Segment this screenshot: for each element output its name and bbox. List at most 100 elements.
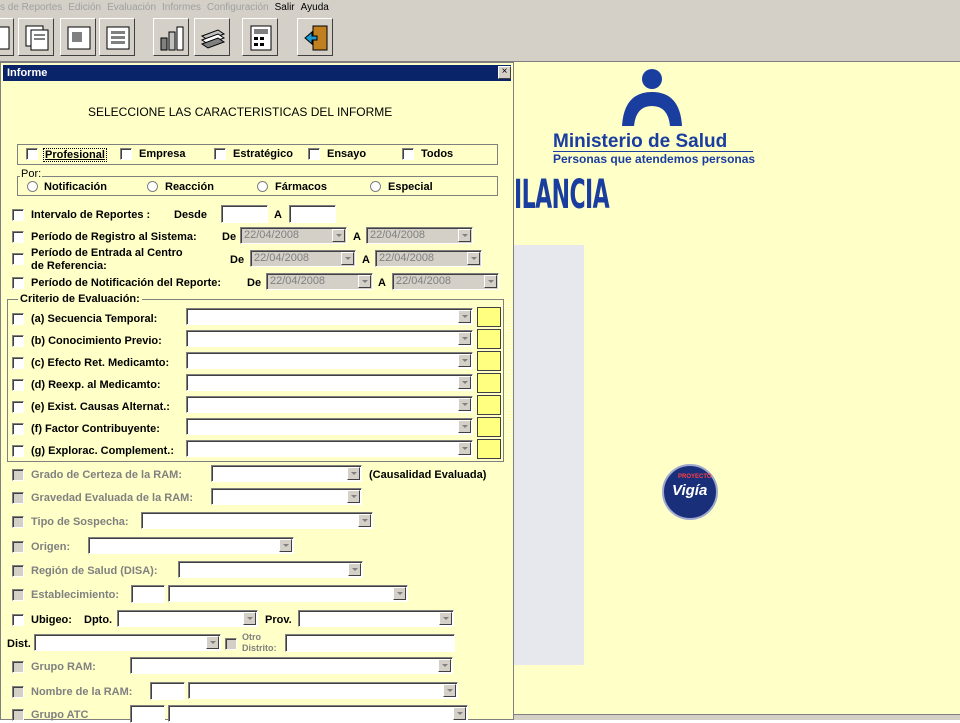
criterio-d-checkbox[interactable] <box>12 379 24 391</box>
sospecha-select[interactable] <box>141 512 373 529</box>
sospecha-checkbox[interactable] <box>12 516 24 528</box>
chevron-down-icon[interactable] <box>467 252 480 265</box>
dpto-select[interactable] <box>117 610 258 627</box>
exit-button[interactable] <box>297 18 333 56</box>
chevron-down-icon[interactable] <box>348 563 361 576</box>
nombre-ram-select[interactable] <box>188 682 458 699</box>
origen-select[interactable] <box>88 537 294 554</box>
intervalo-hasta-input[interactable] <box>289 205 336 223</box>
chevron-down-icon[interactable] <box>206 636 219 649</box>
chevron-down-icon[interactable] <box>458 354 471 367</box>
registro-from-date[interactable]: 22/04/2008 <box>240 227 347 244</box>
intervalo-desde-input[interactable] <box>221 205 268 223</box>
gravedad-checkbox[interactable] <box>12 492 24 504</box>
profesional-checkbox[interactable] <box>26 148 38 160</box>
region-select[interactable] <box>178 561 363 578</box>
farmacos-radio[interactable] <box>257 181 268 192</box>
grupo-ram-select[interactable] <box>130 657 453 674</box>
grado-checkbox[interactable] <box>12 469 24 481</box>
entrada-checkbox[interactable] <box>12 253 24 265</box>
otro-distrito-checkbox[interactable] <box>225 638 237 650</box>
gravedad-select[interactable] <box>211 488 362 505</box>
chevron-down-icon[interactable] <box>279 539 292 552</box>
grupo-atc-select[interactable] <box>168 705 468 722</box>
notificacion-periodo-checkbox[interactable] <box>12 277 24 289</box>
criterio-b-select[interactable] <box>186 330 473 347</box>
chevron-down-icon[interactable] <box>458 398 471 411</box>
notificacion-from-date[interactable]: 22/04/2008 <box>266 273 373 290</box>
menu-reportes[interactable]: s de Reportes <box>0 2 62 13</box>
toolbar-button-3[interactable] <box>60 18 96 56</box>
establecimiento-code-input[interactable] <box>131 585 165 603</box>
nombre-ram-code-input[interactable] <box>150 682 185 700</box>
especial-radio[interactable] <box>370 181 381 192</box>
chevron-down-icon[interactable] <box>439 612 452 625</box>
chevron-down-icon[interactable] <box>484 275 497 288</box>
toolbar-button-1[interactable] <box>0 18 14 56</box>
todos-checkbox[interactable] <box>402 148 414 160</box>
criterio-e-checkbox[interactable] <box>12 401 24 413</box>
intervalo-checkbox[interactable] <box>12 209 24 221</box>
criterio-a-select[interactable] <box>186 308 473 325</box>
criterio-f-select[interactable] <box>186 418 473 435</box>
menu-edicion[interactable]: Edición <box>68 2 101 13</box>
reaccion-radio[interactable] <box>147 181 158 192</box>
criterio-g-select[interactable] <box>186 440 473 457</box>
establecimiento-checkbox[interactable] <box>12 589 24 601</box>
toolbar-button-6[interactable] <box>194 18 230 56</box>
chevron-down-icon[interactable] <box>347 467 360 480</box>
chevron-down-icon[interactable] <box>347 490 360 503</box>
dist-select[interactable] <box>34 634 221 651</box>
criterio-b-checkbox[interactable] <box>12 335 24 347</box>
chevron-down-icon[interactable] <box>458 310 471 323</box>
menu-salir[interactable]: Salir <box>275 2 295 13</box>
grupo-atc-checkbox[interactable] <box>12 709 24 721</box>
establecimiento-select[interactable] <box>168 585 408 602</box>
chevron-down-icon[interactable] <box>458 420 471 433</box>
ensayo-checkbox[interactable] <box>308 148 320 160</box>
criterio-c-select[interactable] <box>186 352 473 369</box>
toolbar-button-2[interactable] <box>18 18 54 56</box>
nombre-ram-checkbox[interactable] <box>12 686 24 698</box>
estrategico-checkbox[interactable] <box>214 148 226 160</box>
grado-select[interactable] <box>211 465 362 482</box>
ubigeo-checkbox[interactable] <box>12 614 24 626</box>
menu-ayuda[interactable]: Ayuda <box>301 2 329 13</box>
chevron-down-icon[interactable] <box>438 659 451 672</box>
notificacion-to-date[interactable]: 22/04/2008 <box>392 273 499 290</box>
region-checkbox[interactable] <box>12 565 24 577</box>
menu-informes[interactable]: Informes <box>162 2 201 13</box>
empresa-checkbox[interactable] <box>120 148 132 160</box>
criterio-e-select[interactable] <box>186 396 473 413</box>
chevron-down-icon[interactable] <box>453 707 466 720</box>
criterio-f-checkbox[interactable] <box>12 423 24 435</box>
notificacion-radio[interactable] <box>27 181 38 192</box>
chevron-down-icon[interactable] <box>358 275 371 288</box>
origen-checkbox[interactable] <box>12 541 24 553</box>
entrada-from-date[interactable]: 22/04/2008 <box>250 250 356 267</box>
chevron-down-icon[interactable] <box>393 587 406 600</box>
toolbar-button-4[interactable] <box>99 18 135 56</box>
grupo-atc-code-input[interactable] <box>130 705 165 723</box>
registro-checkbox[interactable] <box>12 231 24 243</box>
close-icon[interactable]: × <box>498 66 511 79</box>
menu-evaluacion[interactable]: Evaluación <box>107 2 156 13</box>
chevron-down-icon[interactable] <box>458 229 471 242</box>
criterio-g-checkbox[interactable] <box>12 445 24 457</box>
entrada-to-date[interactable]: 22/04/2008 <box>375 250 482 267</box>
chevron-down-icon[interactable] <box>332 229 345 242</box>
chevron-down-icon[interactable] <box>458 376 471 389</box>
prov-select[interactable] <box>298 610 454 627</box>
chevron-down-icon[interactable] <box>358 514 371 527</box>
criterio-a-checkbox[interactable] <box>12 313 24 325</box>
otro-distrito-input[interactable] <box>285 634 455 652</box>
criterio-d-select[interactable] <box>186 374 473 391</box>
chevron-down-icon[interactable] <box>443 684 456 697</box>
chevron-down-icon[interactable] <box>341 252 354 265</box>
toolbar-button-5[interactable] <box>153 18 189 56</box>
grupo-ram-checkbox[interactable] <box>12 661 24 673</box>
chevron-down-icon[interactable] <box>458 332 471 345</box>
chevron-down-icon[interactable] <box>243 612 256 625</box>
menu-configuracion[interactable]: Configuración <box>207 2 269 13</box>
registro-to-date[interactable]: 22/04/2008 <box>366 227 473 244</box>
